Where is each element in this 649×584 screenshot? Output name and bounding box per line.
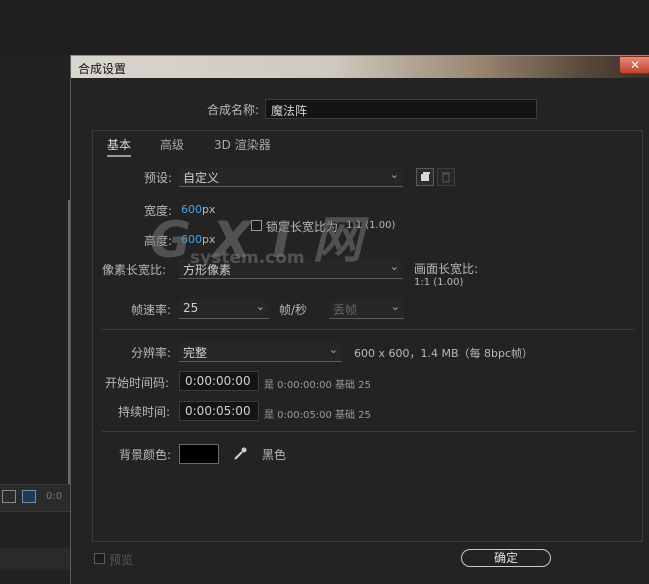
chevron-down-icon: ⌄ (389, 168, 399, 181)
resolution-label: 分辨率: (131, 346, 172, 360)
duration-label: 持续时间: (118, 405, 171, 419)
chevron-down-icon: ⌄ (389, 260, 399, 273)
section-divider (102, 431, 635, 432)
pixel-aspect-dropdown[interactable]: 方形像素 ⌄ (179, 259, 403, 279)
preset-value: 自定义 (183, 171, 220, 185)
duration-input[interactable]: 0:00:05:00 (179, 401, 259, 421)
preset-dropdown[interactable]: 自定义 ⌄ (179, 167, 403, 187)
frame-rate-label: 帧速率: (131, 303, 172, 317)
width-unit: px (202, 203, 216, 216)
timeline-timecode: 0:0 (46, 491, 63, 502)
background-layer-row (0, 548, 72, 570)
close-icon: ✕ (629, 58, 641, 72)
tab-advanced[interactable]: 高级 (160, 136, 184, 153)
close-button[interactable]: ✕ (619, 56, 649, 74)
preview-label: 预览 (109, 553, 134, 567)
start-timecode-input[interactable]: 0:00:00:00 (179, 371, 259, 391)
height-unit: px (202, 233, 216, 246)
dialog-title: 合成设置 (78, 62, 127, 76)
chevron-down-icon: ⌄ (328, 343, 338, 356)
preview-checkbox[interactable] (94, 553, 105, 564)
lock-aspect-label: 锁定长宽比为 (266, 220, 339, 234)
delete-preset-button[interactable] (437, 168, 455, 186)
comp-name-input[interactable]: 魔法阵 (265, 99, 537, 119)
eyedropper-button[interactable] (231, 445, 249, 463)
frame-aspect-label: 画面长宽比: (414, 262, 479, 276)
comp-name-label: 合成名称: (207, 103, 260, 117)
bg-color-swatch[interactable] (179, 444, 219, 464)
composition-icon[interactable] (22, 490, 36, 503)
lock-aspect-checkbox[interactable] (251, 220, 262, 231)
start-timecode-info: 是 0:00:00:00 基础 25 (264, 380, 371, 391)
width-label: 宽度: (144, 204, 173, 218)
eyedropper-icon (234, 447, 247, 460)
chevron-down-icon: ⌄ (255, 300, 265, 313)
frame-rate-dropdown[interactable]: 25 ⌄ (179, 299, 269, 319)
height-value[interactable]: 600 (181, 233, 202, 246)
ok-button[interactable]: 确定 (461, 549, 551, 567)
section-divider (102, 329, 635, 330)
chevron-down-icon: ⌄ (390, 300, 400, 313)
width-value[interactable]: 600 (181, 203, 202, 216)
resolution-value: 完整 (183, 346, 208, 360)
bg-color-name: 黑色 (262, 448, 287, 462)
drop-frame-value: 丢帧 (333, 303, 358, 317)
background-app-top (0, 0, 649, 55)
start-timecode-label: 开始时间码: (105, 376, 170, 390)
frame-rate-value: 25 (183, 301, 199, 315)
frame-rate-unit: 帧/秒 (279, 303, 308, 317)
bg-color-label: 背景颜色: (119, 448, 172, 462)
duration-info: 是 0:00:05:00 基础 25 (264, 410, 371, 421)
dialog-titlebar[interactable]: 合成设置 ✕ (71, 56, 649, 78)
toggle-icon[interactable] (2, 490, 16, 503)
resolution-info: 600 x 600，1.4 MB（每 8bpc帧） (354, 347, 534, 360)
settings-panel (92, 130, 643, 542)
preset-label: 预设: (144, 171, 173, 185)
tab-3d-renderer[interactable]: 3D 渲染器 (214, 136, 271, 153)
lock-aspect-ratio: 1:1 (1.00) (346, 220, 396, 231)
pixel-aspect-value: 方形像素 (183, 263, 232, 277)
composition-settings-dialog: 合成设置 ✕ 合成名称: 魔法阵 基本 高级 3D 渲染器 预设: 自定义 ⌄ … (70, 55, 649, 584)
background-timeline-bar: 0:0 (0, 484, 72, 512)
tab-basic[interactable]: 基本 (107, 136, 132, 157)
resolution-dropdown[interactable]: 完整 ⌄ (179, 342, 342, 362)
pixel-aspect-label: 像素长宽比: (102, 263, 167, 277)
save-preset-button[interactable] (416, 168, 434, 186)
frame-aspect-value: 1:1 (1.00) (414, 277, 464, 288)
drop-frame-dropdown[interactable]: 丢帧 ⌄ (329, 299, 404, 319)
height-label: 高度: (144, 234, 173, 248)
save-preset-icon (421, 172, 430, 181)
trash-icon (442, 172, 450, 183)
